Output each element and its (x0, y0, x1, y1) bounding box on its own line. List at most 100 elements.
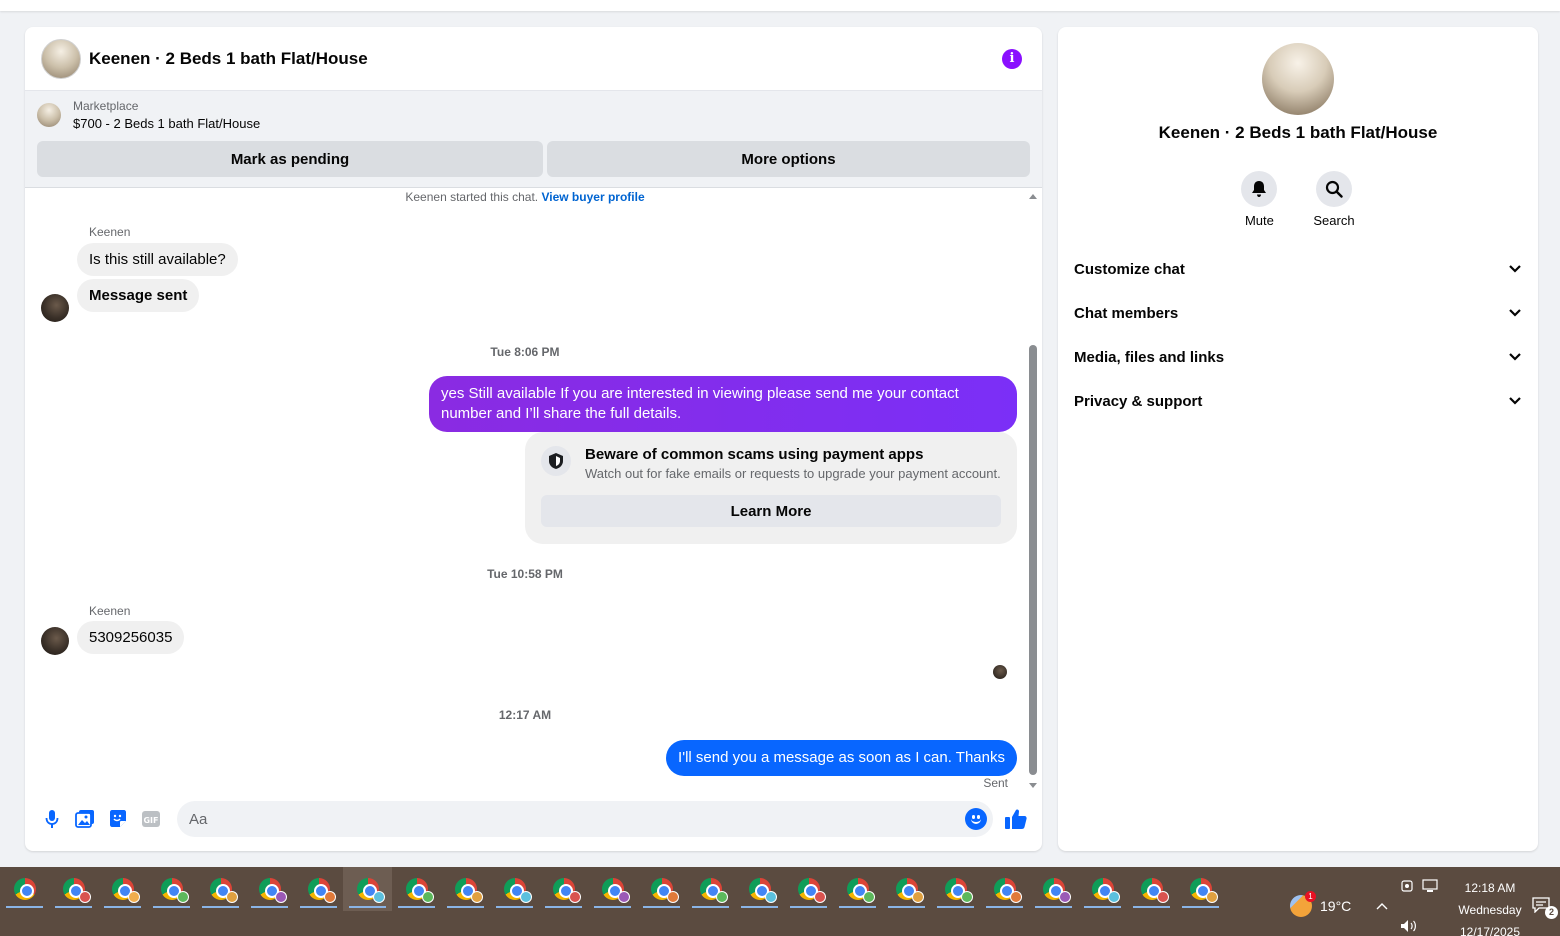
taskbar-chrome-window[interactable] (882, 867, 931, 911)
section-customize-chat[interactable]: Customize chat (1058, 247, 1538, 291)
quick-actions: Mute Search (1058, 171, 1538, 228)
sticker-icon[interactable] (101, 801, 134, 837)
taskbar-chrome-window[interactable] (392, 867, 441, 911)
taskbar-chrome-window[interactable] (686, 867, 735, 911)
taskbar-chrome-window[interactable] (931, 867, 980, 911)
microphone-icon[interactable] (35, 801, 68, 837)
profile-badge-icon (863, 891, 875, 903)
notification-icon[interactable]: 2 (1532, 897, 1558, 919)
chrome-icon (13, 878, 36, 900)
message-input-wrapper[interactable] (177, 801, 993, 837)
listing-avatar[interactable] (41, 38, 81, 79)
scam-warning-card: Beware of common scams using payment app… (525, 432, 1017, 544)
timestamp: Tue 8:06 PM (490, 345, 560, 359)
clock[interactable]: 12:18 AM Wednesday 12/17/2025 (1440, 877, 1540, 936)
weather-badge: 1 (1305, 891, 1316, 902)
search-icon[interactable] (1315, 171, 1352, 207)
listing-profile-photo[interactable] (1262, 43, 1334, 115)
taskbar-chrome-window[interactable] (1029, 867, 1078, 911)
volume-icon[interactable] (1400, 919, 1418, 933)
taskbar-chrome-window[interactable] (441, 867, 490, 911)
taskbar-chrome-window[interactable] (1176, 867, 1225, 911)
listing-summary[interactable]: $700 - 2 Beds 1 bath Flat/House (73, 116, 260, 131)
incoming-message[interactable]: 5309256035 (77, 621, 185, 654)
section-label: Media, files and links (1074, 348, 1225, 366)
chevron-up-icon[interactable] (1376, 902, 1388, 910)
profile-badge-icon (422, 891, 434, 903)
taskbar-chrome-window[interactable] (0, 867, 49, 911)
timestamp: Tue 10:58 PM (487, 567, 563, 581)
more-options-button[interactable]: More options (547, 141, 1030, 177)
profile-badge-icon (1010, 891, 1022, 903)
clock-time: 12:18 AM (1464, 881, 1516, 895)
profile-badge-icon (128, 891, 140, 903)
taskbar-chrome-window[interactable] (539, 867, 588, 911)
message-input[interactable] (189, 810, 949, 828)
info-icon[interactable]: i (1002, 48, 1022, 69)
profile-badge-icon (716, 891, 728, 903)
side-title: Keenen · 2 Beds 1 bath Flat/House (1158, 123, 1438, 142)
outgoing-message[interactable]: yes Still available If you are intereste… (429, 376, 1017, 432)
chevron-down-icon (1509, 353, 1521, 361)
incoming-message[interactable]: Message sent (77, 279, 200, 312)
sender-avatar[interactable] (41, 627, 69, 655)
learn-more-button[interactable]: Learn More (541, 495, 1001, 527)
bell-icon[interactable] (1241, 171, 1278, 207)
taskbar-chrome-window[interactable] (98, 867, 147, 911)
section-privacy-support[interactable]: Privacy & support (1058, 379, 1538, 423)
taskbar-chrome-window[interactable] (1078, 867, 1127, 911)
taskbar-chrome-window[interactable] (588, 867, 637, 911)
weather-widget[interactable]: 1 19°C (1290, 891, 1351, 917)
profile-badge-icon (1206, 891, 1218, 903)
taskbar-chrome-window[interactable] (784, 867, 833, 911)
gif-icon[interactable]: GIF (134, 801, 167, 837)
network-icon[interactable] (1422, 879, 1438, 893)
search-button[interactable]: Search (1313, 171, 1355, 228)
taskbar-chrome-window[interactable] (196, 867, 245, 911)
taskbar-chrome-window[interactable] (980, 867, 1029, 911)
mute-label: Mute (1244, 213, 1274, 228)
taskbar-chrome-window[interactable] (490, 867, 539, 911)
photo-icon[interactable] (68, 801, 101, 837)
chat-start-text: Keenen started this chat. (405, 190, 539, 204)
taskbar-chrome-window[interactable] (637, 867, 686, 911)
mark-as-pending-button[interactable]: Mark as pending (37, 141, 543, 177)
browser-top-bar (0, 0, 1560, 11)
profile-badge-icon (373, 891, 385, 903)
taskbar-chrome-window[interactable] (294, 867, 343, 911)
sender-avatar[interactable] (41, 294, 69, 322)
thumbs-up-icon[interactable] (999, 801, 1032, 837)
section-media-files-links[interactable]: Media, files and links (1058, 335, 1538, 379)
chevron-down-icon (1509, 265, 1521, 273)
listing-source: Marketplace (73, 99, 139, 113)
timestamp: 12:17 AM (498, 708, 552, 722)
incoming-message[interactable]: Is this still available? (77, 243, 238, 276)
taskbar-chrome-window[interactable] (147, 867, 196, 911)
message-scrollbar[interactable] (1026, 192, 1040, 790)
outgoing-message[interactable]: I'll send you a message as soon as I can… (666, 740, 1017, 776)
meeting-icon[interactable] (1400, 879, 1414, 893)
message-list: Keenen started this chat. View buyer pro… (25, 187, 1042, 797)
taskbar-chrome-window[interactable] (245, 867, 294, 911)
scam-warning-text: Watch out for fake emails or requests to… (585, 466, 1001, 481)
mute-button[interactable]: Mute (1241, 171, 1278, 228)
profile-badge-icon (79, 891, 91, 903)
weather-icon: 1 (1290, 891, 1316, 917)
taskbar-chrome-window[interactable] (1127, 867, 1176, 911)
taskbar-chrome-window[interactable] (833, 867, 882, 911)
profile-badge-icon (471, 891, 483, 903)
taskbar-chrome-window[interactable] (735, 867, 784, 911)
svg-text:GIF: GIF (143, 816, 158, 825)
profile-badge-icon (1108, 891, 1120, 903)
scroll-up-arrow-icon[interactable] (1029, 194, 1037, 199)
taskbar-chrome-window[interactable] (49, 867, 98, 911)
view-buyer-profile-link[interactable]: View buyer profile (541, 190, 644, 204)
listing-thumbnail[interactable] (37, 103, 61, 127)
profile-badge-icon (765, 891, 777, 903)
scroll-thumb[interactable] (1029, 345, 1037, 775)
taskbar-chrome-window[interactable] (343, 867, 392, 911)
section-chat-members[interactable]: Chat members (1058, 291, 1538, 335)
chat-title[interactable]: Keenen · 2 Beds 1 bath Flat/House (89, 49, 368, 69)
profile-badge-icon (667, 891, 679, 903)
emoji-icon[interactable] (965, 808, 987, 830)
